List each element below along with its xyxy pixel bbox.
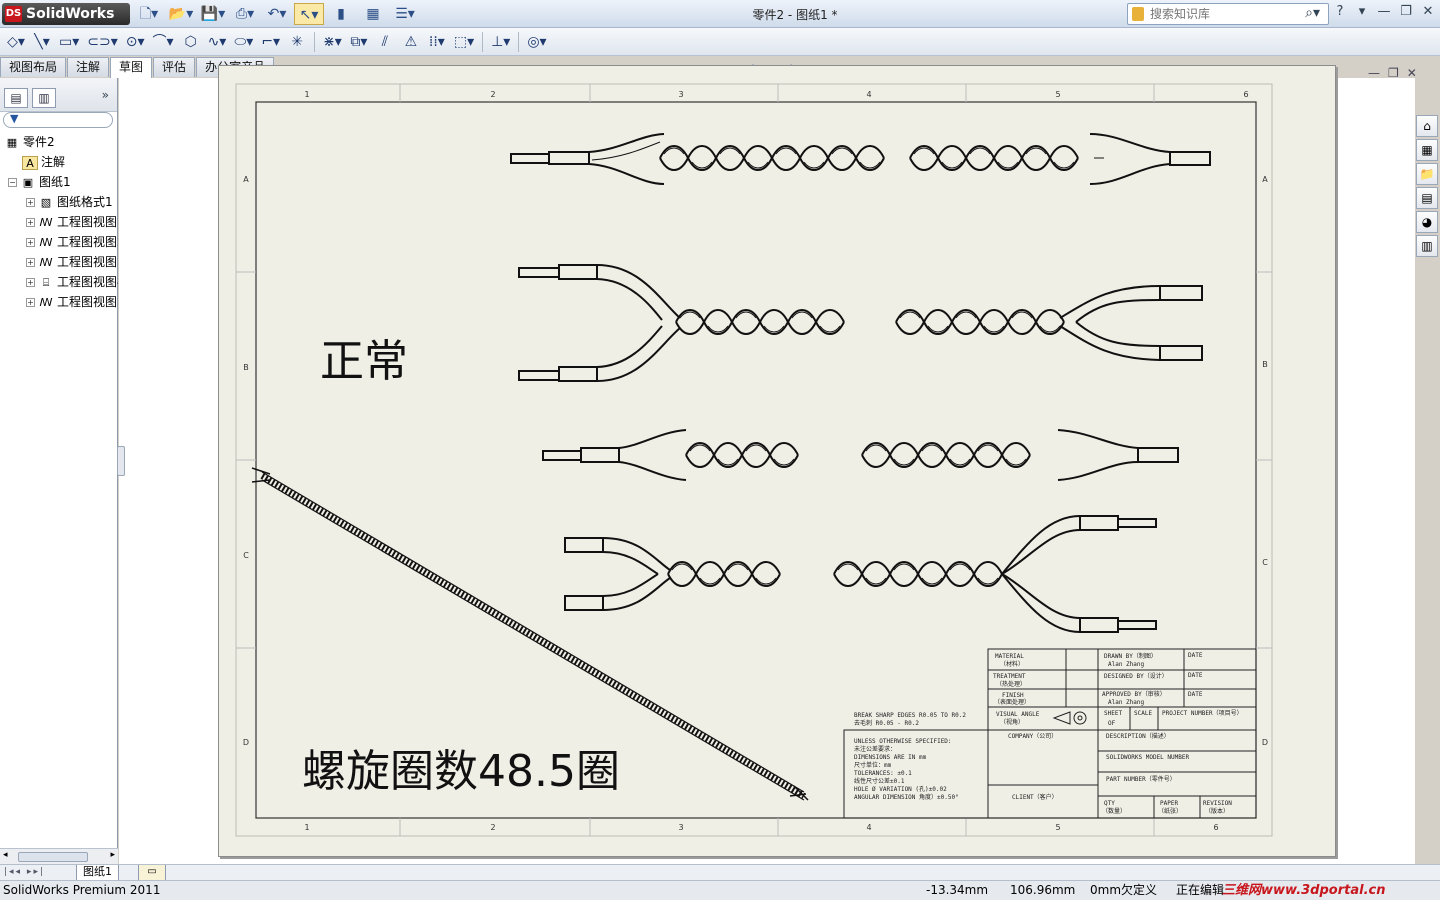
drawing-view-3[interactable] [542,429,1179,481]
zone-col-label: 1 [304,90,309,99]
tb-note: 线性尺寸公差±0.1 [854,777,905,785]
tb-date: DATE [1188,672,1203,679]
zone-col-label: 4 [866,90,871,99]
zone-row-label: D [1262,738,1268,747]
definition-state: 欠定义 [1121,883,1158,897]
tb-drawn-by: DRAWN BY（制图） [1104,652,1157,660]
tb-note: ANGULAR DIMENSION 角度）±0.50° [854,793,959,801]
task-pane: ⌂ ▦ 📁 ▤ ◕ ▥ [1416,115,1438,259]
zone-col-label: 5 [1055,90,1060,99]
view-palette-icon[interactable]: ▤ [1416,187,1438,209]
tb-note: 尺寸单位：mm [854,761,892,769]
outer-border [235,83,1273,837]
tb-designed-by: DESIGNED BY（设计） [1104,672,1168,680]
tb-scale: SCALE [1134,710,1152,717]
tb-paper: PAPER [1160,800,1178,807]
tb-solidworks-model: SOLIDWORKS MODEL NUMBER [1106,754,1189,761]
cursor-z: 0mm [1090,883,1122,897]
tb-finish-cn: （表面处理） [994,698,1030,706]
appearances-icon[interactable]: ◕ [1416,211,1438,233]
zone-row-label: D [243,738,249,747]
tb-paper-cn: （纸张） [1158,807,1182,815]
tb-note: 未注公差要求： [854,745,896,753]
zone-col-label: 2 [490,823,495,832]
drawing-view-4[interactable] [564,515,1157,633]
tb-edge-note: BREAK SHARP EDGES R0.05 TO R0.2 [854,712,966,719]
file-explorer-icon[interactable]: 📁 [1416,163,1438,185]
zone-col-label: 1 [304,823,309,832]
tb-part-number: PART NUMBER（零件号） [1106,775,1176,783]
zone-row-label: C [243,551,249,560]
note-normal[interactable]: 正常 [320,325,408,389]
tb-of: OF [1108,720,1116,727]
tb-description: DESCRIPTION（描述） [1106,732,1170,740]
product-version: SolidWorks Premium 2011 [3,883,161,897]
cursor-x: -13.34mm [926,883,989,897]
zone-row-label: A [243,175,249,184]
tb-material-cn: （材料） [1000,660,1024,668]
zone-col-label: 3 [678,90,683,99]
tb-approved-name: Alan Zhang [1108,699,1145,706]
note-coil-count[interactable]: 螺旋圈数48.5圈 [302,735,620,799]
watermark: 三维网www.3dportal.cn [1222,883,1386,898]
design-library-icon[interactable]: ▦ [1416,139,1438,161]
zone-row-label: A [1262,175,1268,184]
tb-revision-cn: （版本） [1205,807,1229,815]
tb-note: HOLE Ø VARIATION (孔)±0.02 [854,785,947,793]
zone-col-label: 4 [866,823,871,832]
tb-visual-angle: VISUAL ANGLE [996,711,1040,718]
tb-note: UNLESS OTHERWISE SPECIFIED: [854,738,952,745]
tb-edge-note-cn: 去毛刺 R0.05 - R0.2 [854,719,919,727]
tb-qty-cn: （数量） [1102,807,1126,815]
tb-company: COMPANY（公司） [1008,733,1057,740]
tb-finish: FINISH [1002,692,1024,699]
tb-material: MATERIAL [995,653,1024,660]
sheet-tab-bar: |◂◂ ▸▸| 图纸1 ▭ [0,864,1440,881]
drawing-canvas: 1 2 3 4 5 6 1 2 3 4 5 6 A B C D A B C D [235,83,1273,837]
tb-drawn-name: Alan Zhang [1108,661,1145,668]
tb-sheet: SHEET [1104,710,1122,717]
tb-note: DIMENSIONS ARE IN mm [854,754,927,761]
sheet-tab[interactable]: 图纸1 [76,865,119,881]
sheet-navigation-icon[interactable]: |◂◂ ▸▸| [4,867,45,877]
zone-col-label: 6 [1213,823,1218,832]
zone-col-label: 3 [678,823,683,832]
tb-approved-by: APPROVED BY（审核） [1102,690,1166,698]
edit-mode: 正在编辑 [1176,883,1225,897]
tb-treatment-cn: （热处理） [996,680,1026,688]
add-sheet-icon[interactable]: ▭ [138,865,166,881]
cursor-y: 106.96mm [1010,883,1076,897]
tb-qty: QTY [1104,800,1115,807]
zone-row-label: B [243,363,249,372]
tb-date: DATE [1188,652,1203,659]
zone-col-label: 2 [490,90,495,99]
zone-row-label: C [1262,558,1268,567]
tb-note: TOLERANCES: ±0.1 [854,770,912,777]
zone-col-label: 5 [1055,823,1060,832]
zone-ticks [236,84,1272,836]
tb-treatment: TREATMENT [993,673,1026,680]
zone-col-label: 6 [1243,90,1248,99]
tb-client: CLIENT（客户） [1012,793,1058,801]
tb-revision: REVISION [1203,800,1232,807]
status-bar: SolidWorks Premium 2011 -13.34mm 106.96m… [0,880,1440,900]
custom-properties-icon[interactable]: ▥ [1416,235,1438,257]
tb-date: DATE [1188,691,1203,698]
tb-visual-angle-cn: （视角） [1000,718,1024,726]
zone-row-label: B [1262,360,1268,369]
tb-project-number: PROJECT NUMBER（项目号） [1162,710,1243,717]
home-icon[interactable]: ⌂ [1416,115,1438,137]
drawing-view-1[interactable] [510,133,1211,185]
drawing-view-2[interactable] [518,264,1203,382]
